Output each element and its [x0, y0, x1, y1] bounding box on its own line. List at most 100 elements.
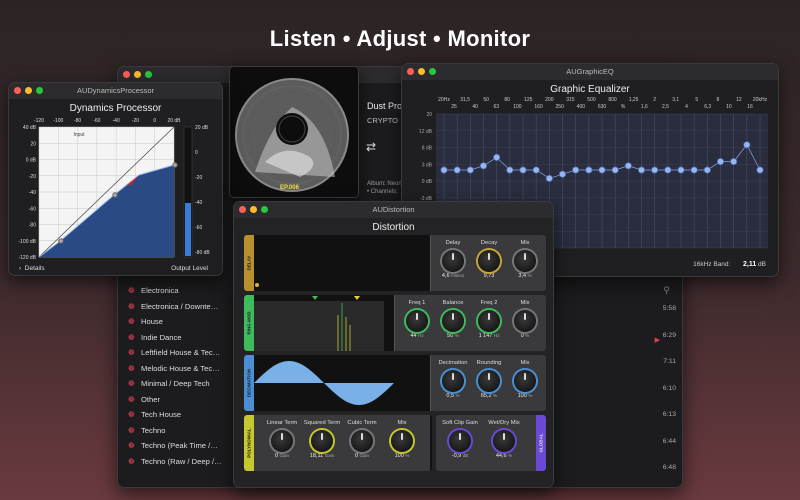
- knob-rounding[interactable]: Rounding 65,2 %: [471, 355, 507, 399]
- eq-band-handle: [756, 166, 764, 174]
- window-title: AUGraphicEQ: [566, 67, 614, 76]
- genre-item[interactable]: ❁ Techno (Raw / Deep /…: [128, 454, 228, 470]
- close-button[interactable]: [123, 71, 130, 78]
- knob-value: 18,11 Gain: [309, 453, 335, 459]
- genre-label: Tech House: [141, 410, 182, 420]
- curve-handle: [172, 162, 178, 168]
- freq-label: 31,5: [460, 97, 470, 103]
- knob-label: Mix: [520, 240, 530, 246]
- genre-item[interactable]: ❁ Melodic House & Tec…: [128, 361, 228, 377]
- knob-dial[interactable]: [351, 430, 373, 452]
- knob-dial[interactable]: [442, 250, 464, 272]
- eq-band-handle: [624, 162, 632, 170]
- genre-item[interactable]: ❁ Indie Dance: [128, 330, 228, 346]
- knob-balance[interactable]: Balance 50 %: [435, 295, 471, 339]
- genre-item[interactable]: ❁ Leftfield House & Tec…: [128, 345, 228, 361]
- knob-dial[interactable]: [493, 430, 515, 452]
- genre-item[interactable]: ❁ Other: [128, 392, 228, 408]
- genre-label: Techno (Peak Time /…: [141, 441, 218, 451]
- x-tick: 20 dB: [167, 118, 181, 124]
- minimize-button[interactable]: [418, 68, 425, 75]
- eq-band-handle: [743, 141, 751, 149]
- track-title: Dust Pro: [367, 101, 403, 111]
- dynamics-processor-window: AUDynamicsProcessor Dynamics Processor -…: [8, 82, 223, 276]
- section-global: Soft Clip Gain -0,9 dB Wet/Dry Mix 44,6 % GL…: [436, 415, 546, 471]
- eq-band-handle: [585, 166, 593, 174]
- knob-dial[interactable]: [514, 250, 536, 272]
- knob-dial[interactable]: [442, 310, 464, 332]
- freq1-marker: [312, 296, 318, 300]
- zoom-button[interactable]: [261, 206, 268, 213]
- knob-cubic-term[interactable]: Cubic Term 0 Gain: [342, 415, 382, 459]
- knob-mix[interactable]: Mix 100 %: [507, 355, 543, 399]
- search-icon[interactable]: ⚲: [663, 285, 670, 296]
- knob-soft-clip-gain[interactable]: Soft Clip Gain -0,9 dB: [440, 415, 480, 459]
- knob-linear-term[interactable]: Linear Term 0 Gain: [262, 415, 302, 459]
- knob-dial[interactable]: [449, 430, 471, 452]
- freq-label: 400: [577, 104, 586, 110]
- track-duration: 6:48: [662, 464, 676, 471]
- knob-dial[interactable]: [478, 310, 500, 332]
- knob-dial[interactable]: [311, 430, 333, 452]
- genre-item[interactable]: ❁ Techno (Peak Time /…: [128, 438, 228, 454]
- freq-label: 63: [494, 104, 500, 110]
- track-duration: 6:44: [662, 437, 676, 445]
- knob-dial[interactable]: [514, 370, 536, 392]
- x-tick: -120: [34, 118, 44, 124]
- meter-tick: 0: [195, 150, 198, 156]
- knob-dial[interactable]: [442, 370, 464, 392]
- knob-decimation[interactable]: Decimation 0,5 %: [435, 355, 471, 399]
- genre-item[interactable]: ❁ Techno: [128, 423, 228, 439]
- minimize-button[interactable]: [25, 87, 32, 94]
- knob-wet-dry-mix[interactable]: Wet/Dry Mix 44,6 %: [484, 415, 524, 459]
- eq-band-handle: [664, 166, 672, 174]
- knob-mix[interactable]: Mix 3,4 %: [507, 235, 543, 279]
- meter-tick: -20: [195, 175, 202, 181]
- knob-dial[interactable]: [478, 250, 500, 272]
- knob-mix[interactable]: Mix 100 %: [382, 415, 422, 459]
- knob-squared-term[interactable]: Squared Term 18,11 Gain: [302, 415, 342, 459]
- close-button[interactable]: [239, 206, 246, 213]
- knob-value: 0,5 %: [446, 393, 460, 399]
- freq2-marker: [354, 296, 360, 300]
- close-button[interactable]: [407, 68, 414, 75]
- knob-label: Decimation: [438, 360, 468, 366]
- genre-label: House: [141, 317, 163, 327]
- knob-value: 50 %: [447, 333, 459, 339]
- knob-dial[interactable]: [271, 430, 293, 452]
- knob-decay[interactable]: Decay 9,73: [471, 235, 507, 279]
- knob-mix[interactable]: Mix 0 %: [507, 295, 543, 339]
- zoom-button[interactable]: [429, 68, 436, 75]
- minimize-button[interactable]: [250, 206, 257, 213]
- genre-item[interactable]: ❁ House: [128, 314, 228, 330]
- eq-y-tick: 8 dB: [422, 146, 433, 152]
- zoom-button[interactable]: [145, 71, 152, 78]
- genre-item[interactable]: ❁ Electronica: [128, 283, 228, 299]
- details-toggle[interactable]: › Details: [19, 265, 45, 272]
- knob-dial[interactable]: [514, 310, 536, 332]
- y-tick: -100 dB: [18, 239, 36, 245]
- genre-item[interactable]: ❁ Tech House: [128, 407, 228, 423]
- close-button[interactable]: [14, 87, 21, 94]
- freq-label: 160: [534, 104, 543, 110]
- knob-freq-1[interactable]: Freq 1 44 Hz: [399, 295, 435, 339]
- window-title: AUDistortion: [372, 205, 415, 214]
- minimize-button[interactable]: [134, 71, 141, 78]
- knob-panel: Delay 4,6 msecs Decay 9,73 Mix 3,4 %: [430, 235, 546, 291]
- eq-y-tick: 3 dB: [422, 162, 433, 168]
- knob-dial[interactable]: [391, 430, 413, 452]
- dynamics-graph[interactable]: -120 -100 -80 -60 -40 -20 0 20 dB 40 dB 20 0 dB -20…: [9, 113, 223, 263]
- eq-band-handle: [558, 170, 567, 178]
- genre-item[interactable]: ❁ Electronica / Downte…: [128, 299, 228, 315]
- genre-item[interactable]: ❁ Minimal / Deep Tech: [128, 376, 228, 392]
- geq-titlebar: AUGraphicEQ: [402, 64, 778, 80]
- knob-dial[interactable]: [406, 310, 428, 332]
- shuffle-icon[interactable]: ⇄: [366, 140, 376, 154]
- knob-delay[interactable]: Delay 4,6 msecs: [435, 235, 471, 279]
- zoom-button[interactable]: [36, 87, 43, 94]
- y-tick: -120 dB: [18, 255, 36, 261]
- knob-freq-2[interactable]: Freq 2 1 147 Hz: [471, 295, 507, 339]
- x-tick: -80: [74, 118, 81, 124]
- knob-value: -0,9 dB: [451, 453, 469, 459]
- knob-dial[interactable]: [478, 370, 500, 392]
